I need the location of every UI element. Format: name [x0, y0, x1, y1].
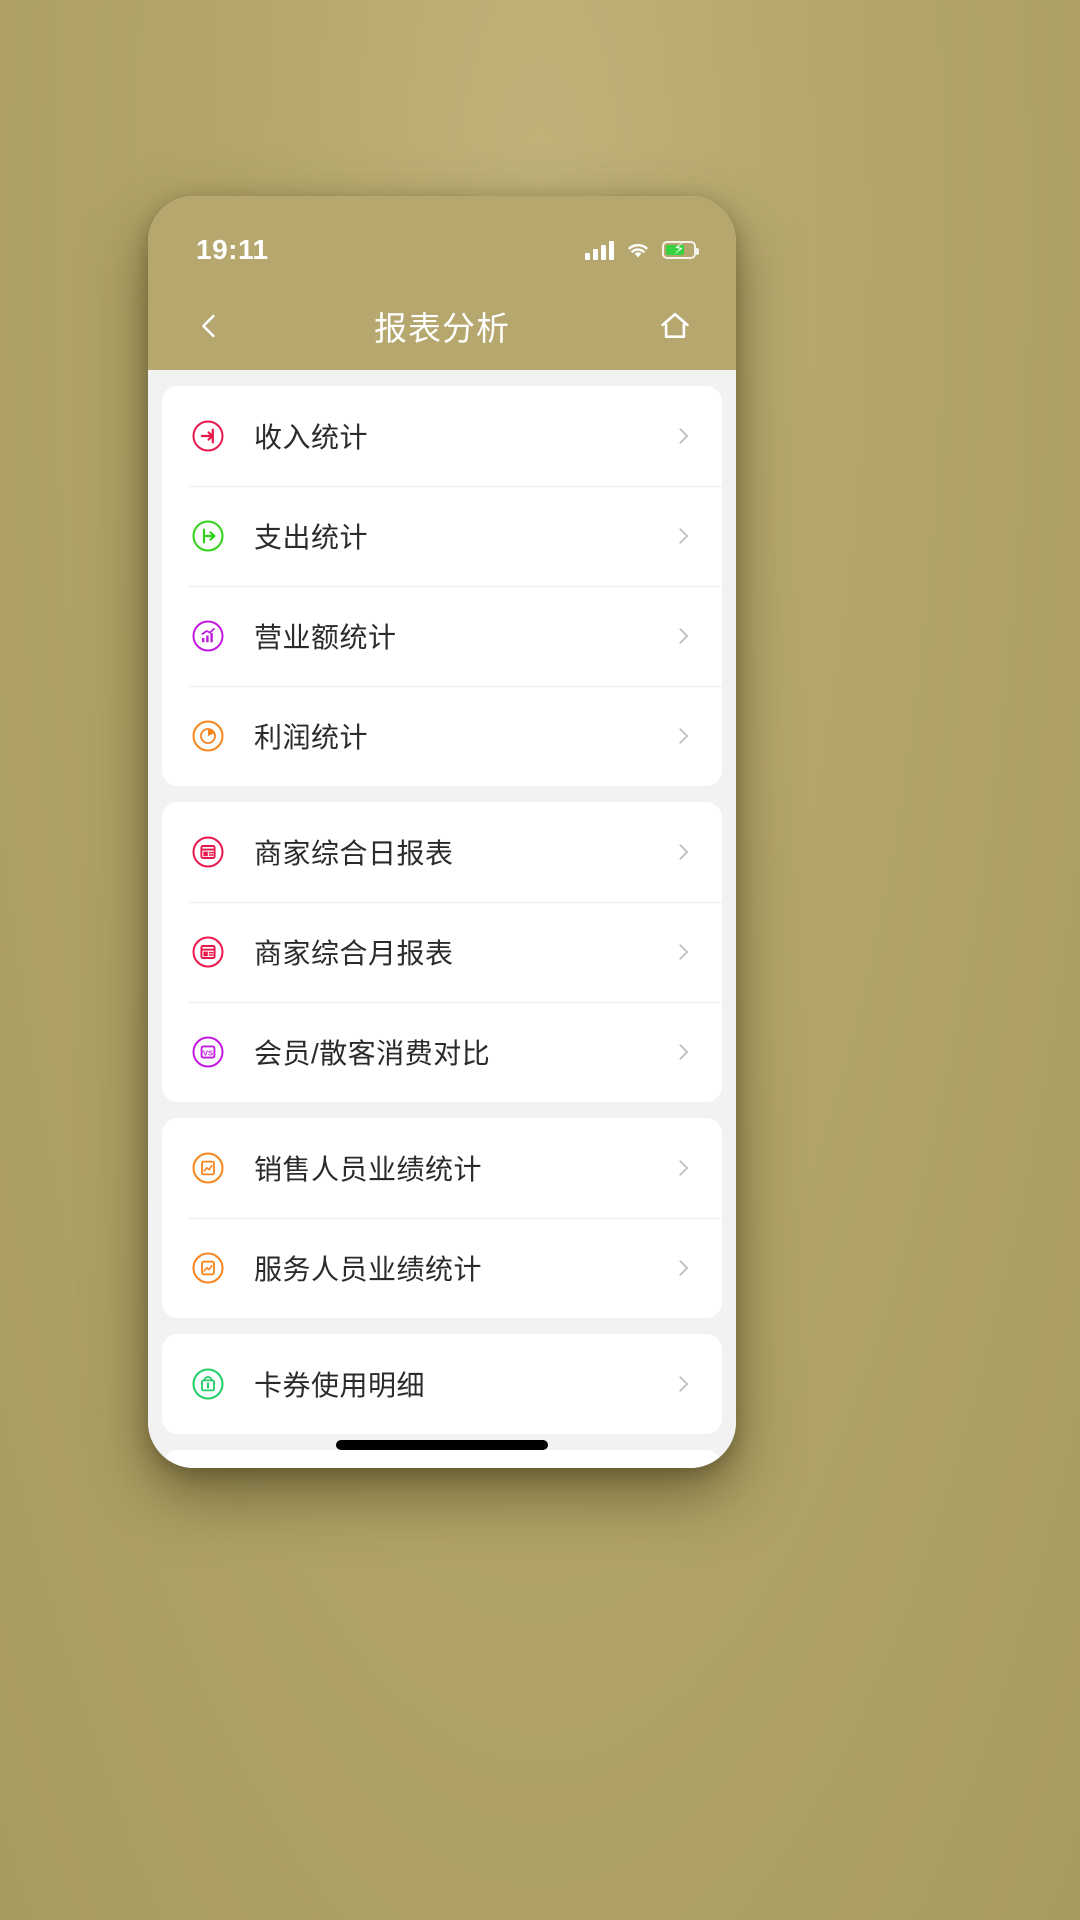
list-item[interactable]: 商家综合日报表 [162, 802, 722, 902]
sales-performance-icon [188, 1148, 228, 1188]
list-item[interactable]: 积分兑换明细 [162, 1450, 722, 1468]
chevron-right-icon [672, 525, 694, 547]
income-arrow-in-icon [188, 416, 228, 456]
list-item[interactable]: 利润统计 [162, 686, 722, 786]
list-item-label: 营业额统计 [254, 622, 397, 653]
list-item[interactable]: 服务人员业绩统计 [162, 1218, 722, 1318]
chevron-right-icon [672, 1041, 694, 1063]
chevron-right-icon [672, 625, 694, 647]
chevron-right-icon [672, 725, 694, 747]
chevron-right-icon [672, 1373, 694, 1395]
profit-pie-icon [188, 716, 228, 756]
status-icons: ⚡ [585, 240, 699, 260]
list-item[interactable]: 卡券使用明细 [162, 1334, 722, 1434]
home-indicator[interactable] [336, 1440, 548, 1450]
navigation-bar: 报表分析 [148, 282, 736, 370]
member-vs-guest-icon: VS [188, 1032, 228, 1072]
list-item[interactable]: 支出统计 [162, 486, 722, 586]
wifi-icon [625, 240, 651, 260]
list-item-label: 会员/散客消费对比 [254, 1038, 491, 1069]
list-item-label: 支出统计 [254, 522, 369, 553]
list-item-label: 服务人员业绩统计 [254, 1254, 483, 1285]
phone-screen: 19:11 ⚡ 报表分析 收入统计 支出统计 营业额统计 利润统计 商家综合日报… [148, 196, 736, 1468]
chevron-right-icon [672, 941, 694, 963]
status-bar: 19:11 ⚡ [148, 196, 736, 282]
status-time: 19:11 [196, 234, 269, 265]
home-icon [661, 312, 689, 339]
report-group: 卡券使用明细 [162, 1334, 722, 1434]
list-item[interactable]: 商家综合月报表 [162, 902, 722, 1002]
back-button[interactable] [182, 299, 236, 353]
list-item-label: 商家综合日报表 [254, 838, 454, 869]
list-item[interactable]: 营业额统计 [162, 586, 722, 686]
svg-text:VS: VS [203, 1048, 213, 1057]
list-item-label: 商家综合月报表 [254, 938, 454, 969]
list-item-label: 卡券使用明细 [254, 1370, 426, 1401]
home-button[interactable] [648, 299, 702, 353]
list-item[interactable]: VS 会员/散客消费对比 [162, 1002, 722, 1102]
report-group: 销售人员业绩统计 服务人员业绩统计 [162, 1118, 722, 1318]
cellular-signal-icon [585, 240, 614, 260]
report-list[interactable]: 收入统计 支出统计 营业额统计 利润统计 商家综合日报表 商家综合月报表 VS … [148, 370, 736, 1468]
list-item-label: 收入统计 [254, 422, 369, 453]
service-performance-icon [188, 1248, 228, 1288]
report-group: 收入统计 支出统计 营业额统计 利润统计 [162, 386, 722, 786]
battery-charging-icon: ⚡ [662, 241, 699, 259]
chevron-right-icon [672, 425, 694, 447]
report-group: 积分兑换明细 [162, 1450, 722, 1468]
chevron-right-icon [672, 841, 694, 863]
chevron-left-icon [202, 314, 215, 338]
list-item-label: 销售人员业绩统计 [254, 1154, 483, 1185]
report-group: 商家综合日报表 商家综合月报表 VS 会员/散客消费对比 [162, 802, 722, 1102]
turnover-chart-icon [188, 616, 228, 656]
list-item[interactable]: 收入统计 [162, 386, 722, 486]
monthly-report-icon [188, 932, 228, 972]
chevron-right-icon [672, 1257, 694, 1279]
expense-arrow-out-icon [188, 516, 228, 556]
list-item-label: 利润统计 [254, 722, 369, 753]
voucher-bag-icon [188, 1364, 228, 1404]
list-item[interactable]: 销售人员业绩统计 [162, 1118, 722, 1218]
chevron-right-icon [672, 1157, 694, 1179]
daily-report-icon [188, 832, 228, 872]
